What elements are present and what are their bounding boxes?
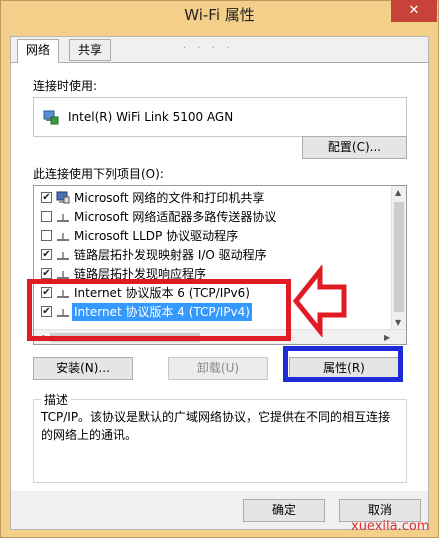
protocol-icon (57, 214, 69, 222)
scroll-right-icon[interactable]: ▶ (384, 333, 390, 342)
description-title: 描述 (41, 391, 72, 408)
description-text: TCP/IP。该协议是默认的广域网络协议，它提供在不同的相互连接的网络上的通讯。 (41, 410, 391, 442)
network-adapter-icon (43, 110, 59, 125)
checkbox[interactable] (41, 230, 52, 241)
checkbox[interactable]: ✔ (41, 249, 52, 260)
adapter-box: Intel(R) WiFi Link 5100 AGN (33, 97, 407, 137)
checkbox[interactable]: ✔ (41, 268, 52, 279)
checkbox[interactable]: ✔ (41, 192, 52, 203)
install-button[interactable]: 安装(N)... (33, 357, 133, 380)
scroll-up-icon[interactable]: ▲ (395, 188, 401, 197)
window-title: Wi-Fi 属性 (184, 6, 255, 24)
tab-overflow-dots: · · · · (183, 43, 234, 54)
vertical-scrollbar[interactable]: ▲ ▼ (391, 186, 406, 330)
list-item-label: 链路层拓扑发现映射器 I/O 驱动程序 (74, 248, 267, 262)
blue-highlight-box (283, 346, 403, 382)
connect-using-label: 连接时使用: (33, 79, 98, 93)
uninstall-button: 卸载(U) (168, 357, 268, 380)
items-label: 此连接使用下列项目(O): (33, 167, 164, 181)
protocol-icon (57, 252, 69, 260)
list-item[interactable]: ✔ 链路层拓扑发现映射器 I/O 驱动程序 (34, 246, 394, 264)
tab-network[interactable]: 网络 (17, 39, 60, 63)
adapter-name: Intel(R) WiFi Link 5100 AGN (68, 110, 234, 124)
tab-sharing[interactable]: 共享 (69, 39, 112, 61)
list-item-label: Microsoft 网络适配器多路传送器协议 (74, 210, 277, 224)
close-button[interactable]: ✕ (391, 0, 437, 22)
vertical-scroll-thumb[interactable] (394, 202, 404, 312)
list-item[interactable]: ✔ Microsoft 网络的文件和打印机共享 (34, 189, 394, 207)
list-item[interactable]: Microsoft LLDP 协议驱动程序 (34, 227, 394, 245)
list-item-label: Microsoft 网络的文件和打印机共享 (74, 191, 265, 205)
watermark: xuexila.com (351, 519, 430, 534)
checkbox[interactable] (41, 211, 52, 222)
red-arrow-icon (292, 265, 347, 337)
close-icon: ✕ (408, 3, 420, 18)
list-item-label: Microsoft LLDP 协议驱动程序 (74, 229, 239, 243)
protocol-icon (57, 233, 69, 241)
list-item[interactable]: Microsoft 网络适配器多路传送器协议 (34, 208, 394, 226)
configure-button[interactable]: 配置(C)... (302, 136, 407, 159)
network-share-icon (56, 191, 70, 204)
scroll-down-icon[interactable]: ▼ (395, 318, 401, 327)
red-highlight-box (27, 279, 291, 341)
ok-button[interactable]: 确定 (243, 499, 325, 522)
